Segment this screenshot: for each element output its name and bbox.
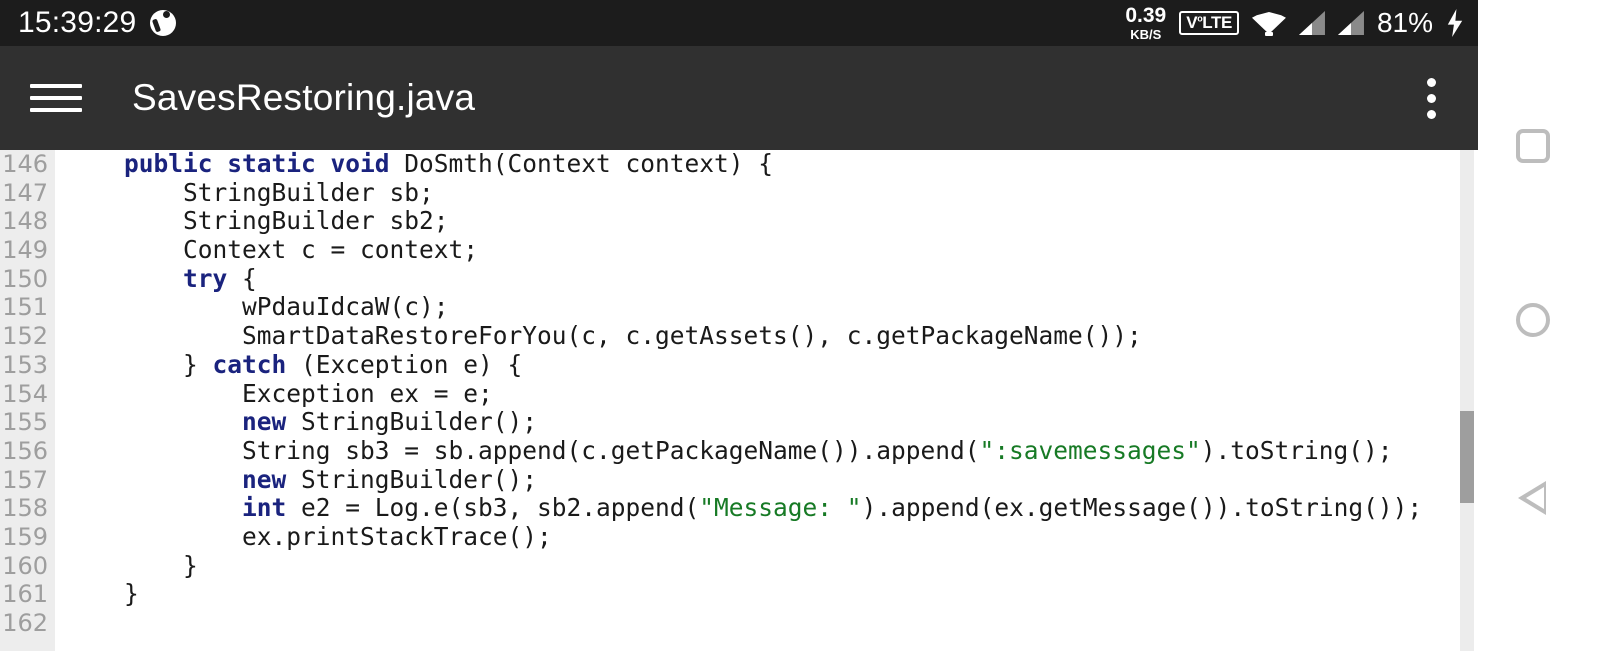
line-number: 154 [2, 379, 48, 408]
code-line: } [65, 550, 1478, 581]
code-line: wPdauIdcaW(c); [65, 293, 1478, 322]
code-token: StringBuilder(); [286, 407, 538, 437]
code-line: SmartDataRestoreForYou(c, c.getAssets(),… [65, 321, 1478, 351]
line-number: 161 [2, 580, 48, 609]
code-token: Context c = context; [65, 235, 479, 265]
line-number: 147 [2, 178, 48, 207]
status-bar-right: 0.39 KB/S VoLTE 81% [1125, 5, 1464, 41]
network-speed-value: 0.39 [1125, 4, 1167, 27]
code-line: new StringBuilder(); [65, 407, 1478, 437]
code-token: try [183, 263, 228, 293]
overflow-menu-icon[interactable] [1408, 68, 1454, 128]
code-token: } [65, 550, 198, 580]
phone-screenshot: 15:39:29 0.39 KB/S VoLTE 81% SavesRestor… [0, 0, 1600, 651]
signal-bars-icon [1298, 11, 1325, 35]
status-clock: 15:39:29 [18, 6, 137, 39]
code-line: StringBuilder sb; [65, 177, 1478, 208]
code-line: int e2 = Log.e(sb3, sb2.append("Message:… [65, 493, 1478, 523]
code-token: catch [212, 349, 287, 379]
line-number: 149 [2, 236, 48, 265]
line-number: 155 [2, 408, 48, 437]
code-line: StringBuilder sb2; [65, 207, 1478, 236]
code-token: ex.printStackTrace(); [65, 521, 552, 551]
line-number: 157 [2, 465, 48, 494]
code-token: int [242, 493, 287, 523]
code-line: ex.printStackTrace(); [65, 521, 1478, 552]
code-token: SmartDataRestoreForYou(c, c.getAssets(),… [65, 321, 1142, 351]
code-token: new [242, 407, 287, 437]
code-line: Exception ex = e; [65, 378, 1478, 409]
code-token: Exception ex = e; [65, 378, 493, 408]
code-line: String sb3 = sb.append(c.getPackageName(… [65, 435, 1478, 466]
editor-scrollbar-track[interactable] [1460, 150, 1474, 651]
line-number: 158 [2, 494, 48, 523]
triangle-back-icon[interactable] [1516, 477, 1562, 523]
code-line: public static void DoSmth(Context contex… [65, 150, 1478, 179]
circle-home-icon[interactable] [1516, 302, 1562, 349]
page-title: SavesRestoring.java [132, 77, 476, 118]
volte-badge: VoLTE [1179, 11, 1239, 35]
code-token: } [65, 579, 139, 609]
signal-bars-icon-2 [1337, 11, 1364, 35]
code-token: StringBuilder sb2; [65, 206, 449, 236]
code-line: Context c = context; [65, 235, 1478, 265]
device-screen: 15:39:29 0.39 KB/S VoLTE 81% SavesRestor… [0, 0, 1478, 651]
network-speed-unit: KB/S [1130, 27, 1162, 42]
code-line: } catch (Exception e) { [65, 349, 1478, 380]
line-number: 153 [2, 350, 48, 379]
code-token: new [242, 464, 287, 494]
code-token: } [65, 349, 213, 379]
code-content[interactable]: public static void DoSmth(Context contex… [55, 150, 1478, 651]
code-token: ).append(ex.getMessage()).toString()); [861, 493, 1423, 523]
code-token: public static void [124, 150, 390, 178]
line-number: 146 [2, 150, 48, 178]
code-token: "Message: " [699, 493, 862, 523]
volte-label: VoLTE [1186, 13, 1232, 33]
line-number: 159 [2, 522, 48, 551]
code-token: String sb3 = sb.append(c.getPackageName(… [65, 435, 980, 465]
code-token: StringBuilder sb; [65, 177, 434, 207]
hamburger-menu-icon[interactable] [30, 78, 82, 118]
code-token: StringBuilder(); [286, 464, 538, 494]
code-token: (Exception e) { [286, 349, 523, 379]
status-bar: 15:39:29 0.39 KB/S VoLTE 81% [0, 0, 1478, 46]
line-number: 150 [2, 264, 48, 293]
wifi-icon [1251, 10, 1286, 36]
code-token: { [227, 263, 257, 293]
line-number: 160 [2, 551, 48, 580]
code-editor[interactable]: 146 147 148 149 150 151 152 153 154 155 156 157 158 1… [0, 150, 1478, 651]
editor-scrollbar-thumb[interactable] [1460, 411, 1474, 503]
line-number: 148 [2, 207, 48, 236]
code-token: ":savemessages" [979, 435, 1201, 465]
code-token: wPdauIdcaW(c); [65, 292, 449, 322]
network-speed-indicator: 0.39 KB/S [1125, 5, 1166, 41]
code-token: ).toString(); [1200, 435, 1393, 465]
globe-icon [150, 10, 177, 36]
line-number: 156 [2, 436, 48, 465]
app-bar: SavesRestoring.java [0, 46, 1478, 150]
code-token: e2 = Log.e(sb3, sb2.append( [286, 493, 700, 523]
code-token: DoSmth(Context context) { [389, 150, 774, 178]
status-bar-left: 15:39:29 [18, 6, 177, 39]
line-number: 152 [2, 322, 48, 351]
line-number: 151 [2, 293, 48, 322]
battery-percent: 81% [1376, 7, 1433, 38]
code-line: } [65, 579, 1478, 609]
line-number: 162 [2, 609, 48, 637]
system-navigation-bar [1478, 0, 1600, 651]
square-recents-icon[interactable] [1516, 128, 1562, 175]
line-number-gutter: 146 147 148 149 150 151 152 153 154 155 156 157 158 1… [0, 150, 55, 651]
code-line: try { [65, 263, 1478, 294]
lightning-bolt-icon [1446, 9, 1464, 37]
code-line: new StringBuilder(); [65, 464, 1478, 495]
